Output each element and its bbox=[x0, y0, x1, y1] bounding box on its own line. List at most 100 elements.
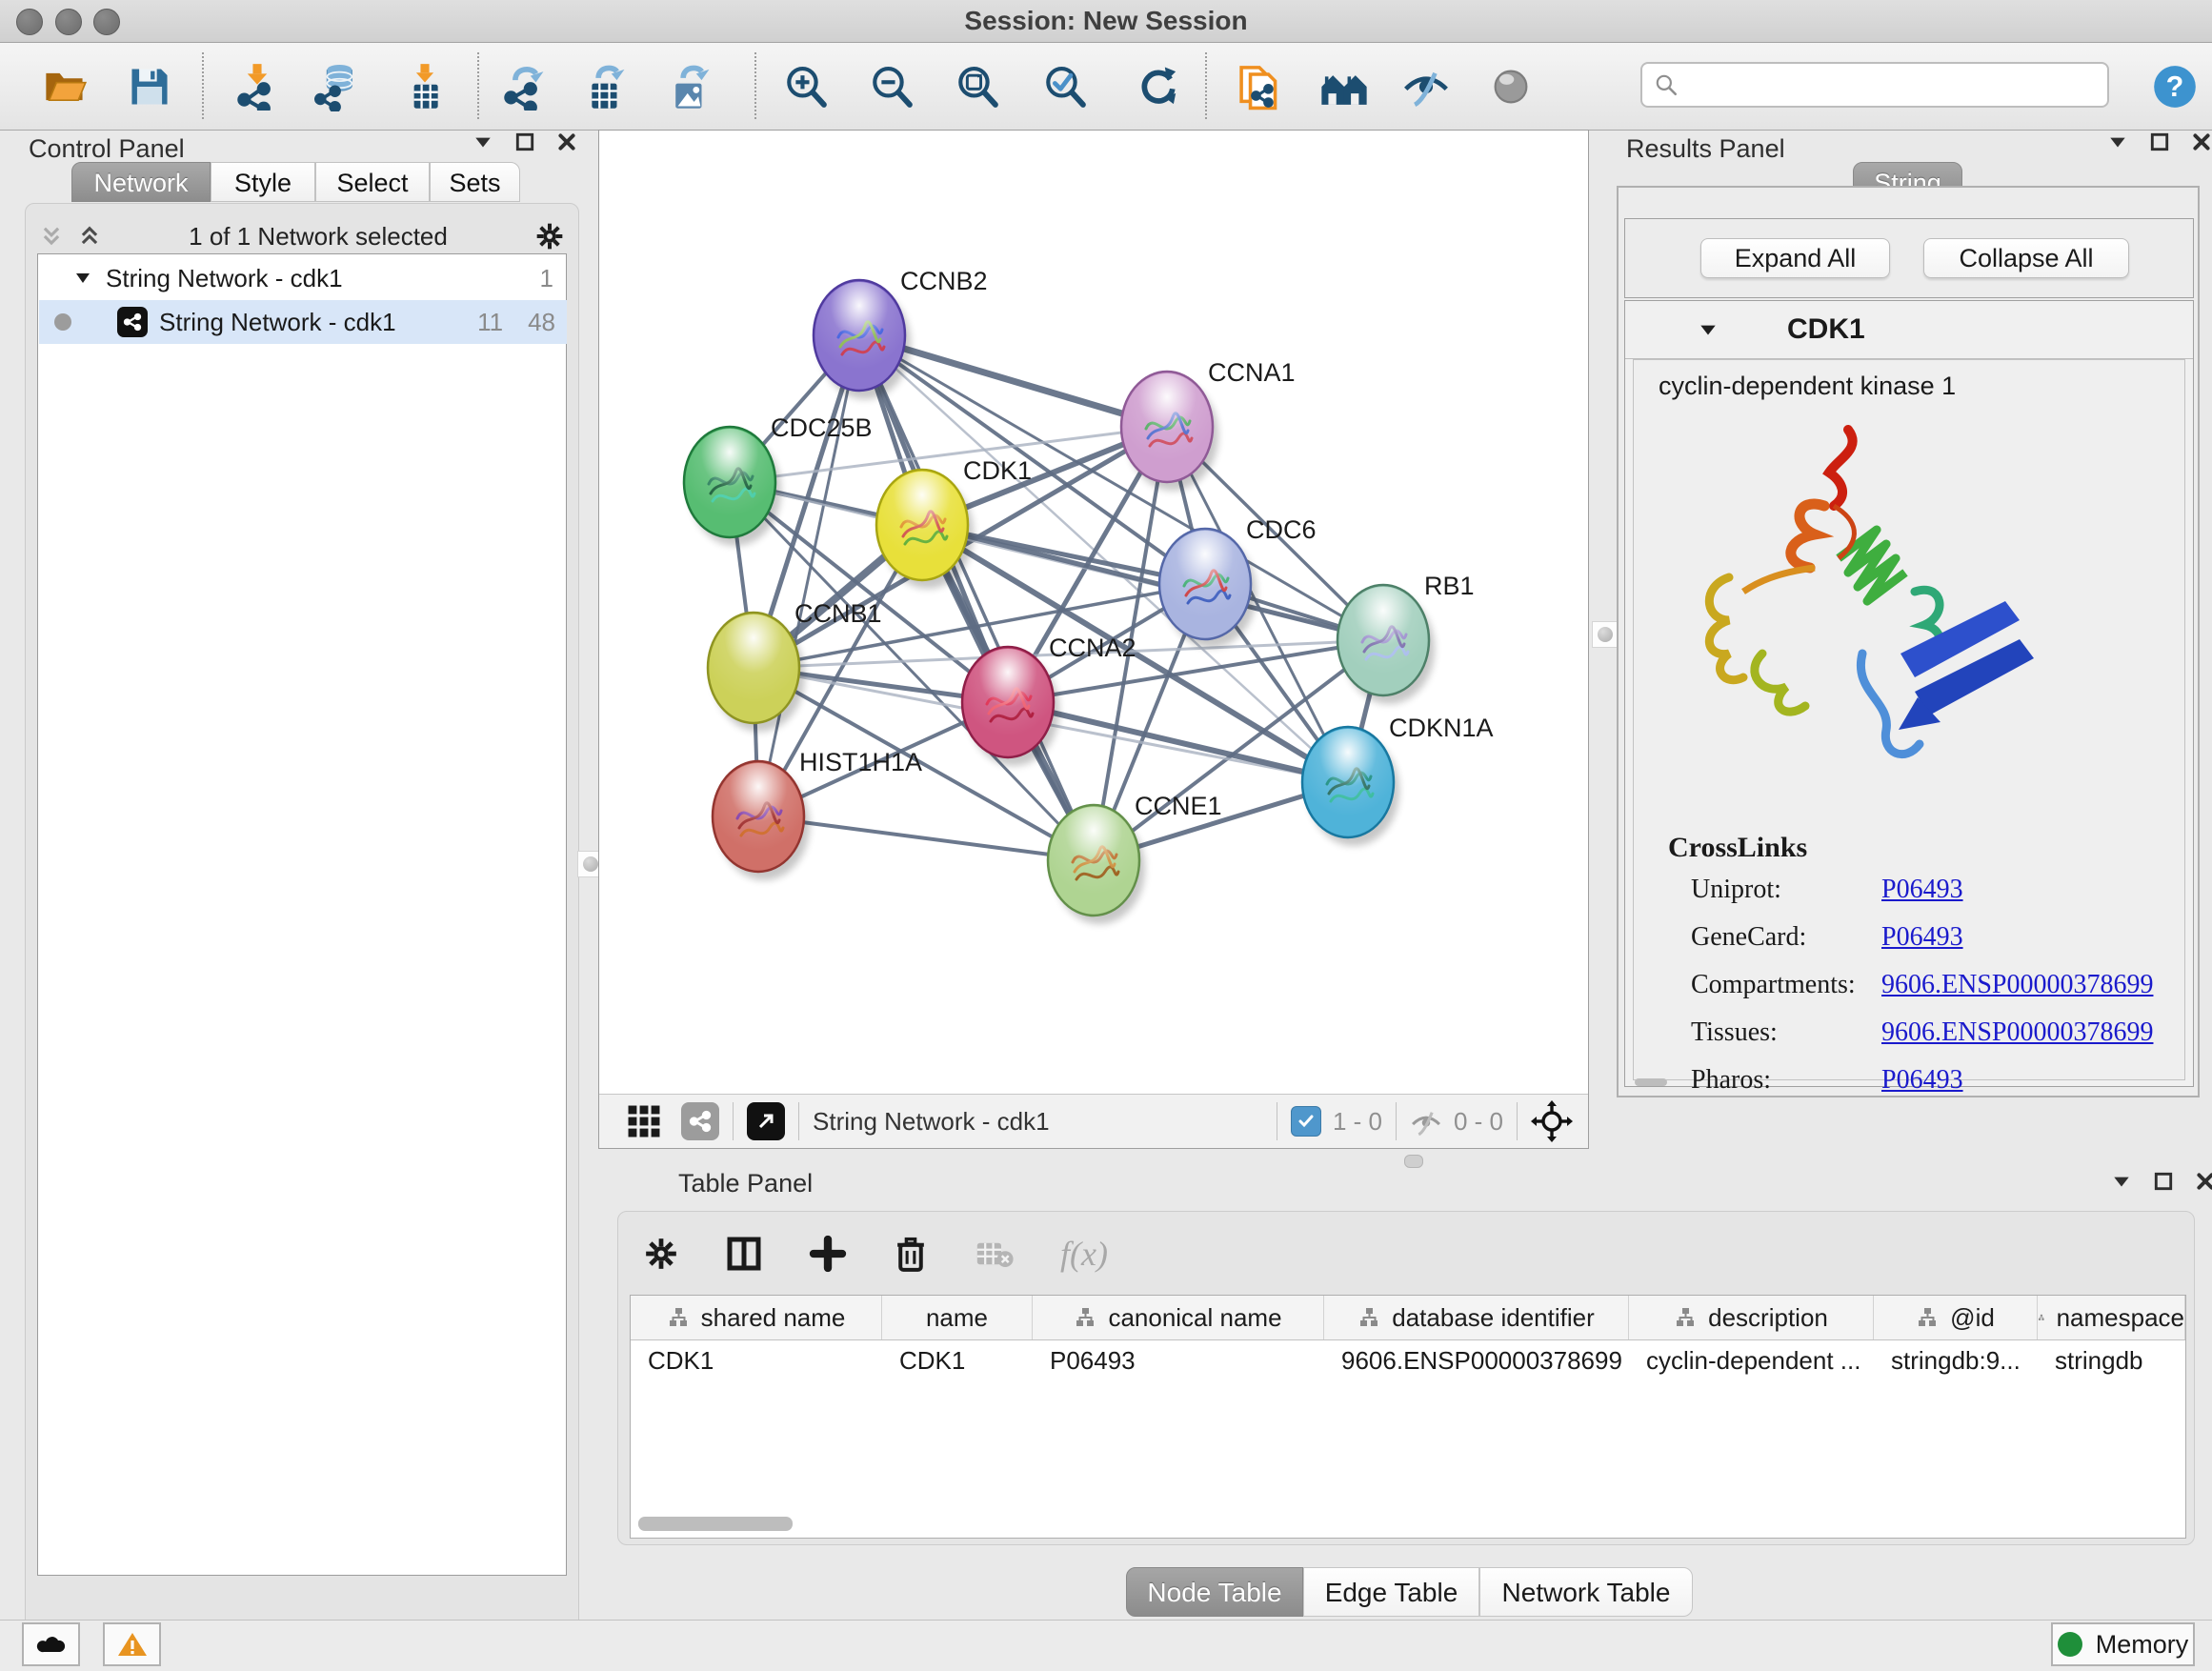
collection-expander-icon[interactable] bbox=[73, 269, 92, 288]
tab-network[interactable]: Network bbox=[71, 162, 211, 202]
graph-node-RB1[interactable]: RB1 bbox=[1337, 572, 1475, 704]
crosslink-link[interactable]: P06493 bbox=[1881, 922, 1963, 953]
close-panel-icon[interactable] bbox=[2195, 1171, 2212, 1192]
tab-node-table[interactable]: Node Table bbox=[1126, 1567, 1303, 1617]
delete-column-trash-icon[interactable] bbox=[893, 1235, 929, 1273]
expand-all-icon[interactable] bbox=[77, 224, 102, 249]
import-network-button[interactable] bbox=[232, 62, 282, 111]
tab-edge-table[interactable]: Edge Table bbox=[1303, 1567, 1479, 1617]
tab-select[interactable]: Select bbox=[315, 162, 430, 202]
graph-edge[interactable] bbox=[758, 335, 859, 816]
graph-node-CCNA2[interactable]: CCNA2 bbox=[962, 634, 1136, 766]
float-panel-icon[interactable] bbox=[2149, 131, 2170, 152]
column-header--id[interactable]: @id bbox=[1874, 1296, 2038, 1339]
crosslink-link[interactable]: P06493 bbox=[1881, 875, 1963, 905]
save-session-button[interactable] bbox=[125, 62, 174, 111]
float-panel-icon[interactable] bbox=[514, 131, 535, 152]
protein-header-row[interactable]: CDK1 bbox=[1625, 301, 2193, 359]
graph-node-CCNE1[interactable]: CCNE1 bbox=[1048, 792, 1222, 924]
cloud-status-button[interactable] bbox=[22, 1622, 80, 1666]
graph-node-CDC25B[interactable]: CDC25B bbox=[684, 413, 873, 546]
network-share-icon[interactable] bbox=[681, 1102, 719, 1140]
graph-node-CCNB1[interactable]: CCNB1 bbox=[708, 599, 882, 732]
float-panel-icon[interactable] bbox=[2153, 1171, 2174, 1192]
string-import-button[interactable] bbox=[1235, 62, 1284, 111]
cloud-icon bbox=[35, 1632, 68, 1657]
graph-node-CCNB2[interactable]: CCNB2 bbox=[814, 267, 988, 399]
expand-all-button[interactable]: Expand All bbox=[1700, 238, 1890, 278]
export-table-button[interactable] bbox=[580, 62, 630, 111]
graph-node-CDC6[interactable]: CDC6 bbox=[1159, 515, 1317, 648]
homes-button[interactable] bbox=[1319, 62, 1369, 111]
warning-status-button[interactable] bbox=[103, 1622, 161, 1666]
search-field[interactable] bbox=[1640, 62, 2109, 108]
column-header-namespace[interactable]: namespace bbox=[2038, 1296, 2185, 1339]
close-panel-icon[interactable] bbox=[556, 131, 577, 152]
hide-unhide-button[interactable] bbox=[1401, 62, 1451, 111]
column-header-shared-name[interactable]: shared name bbox=[631, 1296, 882, 1339]
table-gear-icon[interactable] bbox=[643, 1236, 679, 1272]
zoom-in-button[interactable] bbox=[781, 62, 831, 111]
graph-node-CCNA1[interactable]: CCNA1 bbox=[1121, 358, 1296, 491]
refresh-view-button[interactable] bbox=[1134, 62, 1183, 111]
table-cell[interactable]: cyclin-dependent ... bbox=[1629, 1339, 1874, 1381]
crosslink-link[interactable]: 9606.ENSP00000378699 bbox=[1881, 970, 2153, 1000]
fit-selected-crosshair-icon[interactable] bbox=[1531, 1100, 1573, 1142]
help-button[interactable]: ? bbox=[2150, 62, 2200, 111]
tab-sets[interactable]: Sets bbox=[430, 162, 520, 202]
graph-node-label: CCNA2 bbox=[1049, 634, 1136, 662]
memory-button[interactable]: Memory bbox=[2051, 1622, 2195, 1666]
graph-node-HIST1H1A[interactable]: HIST1H1A bbox=[713, 748, 922, 880]
network-collection-row[interactable]: String Network - cdk1 1 bbox=[39, 256, 567, 300]
column-header-canonical-name[interactable]: canonical name bbox=[1033, 1296, 1324, 1339]
column-header-database-identifier[interactable]: database identifier bbox=[1324, 1296, 1629, 1339]
zoom-selected-button[interactable] bbox=[1040, 62, 1090, 111]
tab-style[interactable]: Style bbox=[211, 162, 315, 202]
search-input[interactable] bbox=[1679, 70, 2082, 99]
import-table-button[interactable] bbox=[400, 62, 450, 111]
graph-edge[interactable] bbox=[859, 335, 1094, 860]
tab-network-table[interactable]: Network Table bbox=[1479, 1567, 1693, 1617]
zoom-out-button[interactable] bbox=[867, 62, 916, 111]
function-builder-icon: f(x) bbox=[1060, 1234, 1108, 1274]
collapse-all-icon[interactable] bbox=[39, 224, 64, 249]
table-cell[interactable]: CDK1 bbox=[631, 1339, 882, 1381]
crosslink-link[interactable]: 9606.ENSP00000378699 bbox=[1881, 1017, 2153, 1048]
collapse-all-button[interactable]: Collapse All bbox=[1923, 238, 2129, 278]
glass-ball-button[interactable] bbox=[1486, 62, 1536, 111]
float-menu-icon[interactable] bbox=[2107, 131, 2128, 152]
zoom-fit-button[interactable] bbox=[953, 62, 1002, 111]
toolbar-separator bbox=[733, 1102, 734, 1140]
results-hscrollbar[interactable] bbox=[1635, 1078, 1667, 1086]
crosslink-link[interactable]: P06493 bbox=[1881, 1065, 1963, 1096]
grid-view-icon[interactable] bbox=[626, 1103, 662, 1139]
table-cell[interactable]: stringdb bbox=[2038, 1339, 2185, 1381]
add-column-icon[interactable] bbox=[809, 1235, 847, 1273]
import-network-from-database-button[interactable] bbox=[312, 62, 362, 111]
table-cell[interactable]: P06493 bbox=[1033, 1339, 1324, 1381]
float-menu-icon[interactable] bbox=[473, 131, 493, 152]
graph-node-CDK1[interactable]: CDK1 bbox=[876, 456, 1032, 589]
column-header-description[interactable]: description bbox=[1629, 1296, 1874, 1339]
selected-checkbox-icon[interactable] bbox=[1291, 1106, 1321, 1137]
float-menu-icon[interactable] bbox=[2111, 1171, 2132, 1192]
table-hscrollbar[interactable] bbox=[638, 1517, 793, 1531]
show-columns-icon[interactable] bbox=[725, 1235, 763, 1273]
protein-expander-icon[interactable] bbox=[1698, 319, 1719, 340]
table-cell[interactable]: stringdb:9... bbox=[1874, 1339, 2038, 1381]
export-image-button[interactable] bbox=[665, 62, 714, 111]
table-row[interactable]: CDK1CDK1P064939606.ENSP00000378699cyclin… bbox=[631, 1339, 2185, 1381]
graph-node-CDKN1A[interactable]: CDKN1A bbox=[1302, 714, 1494, 846]
detach-view-icon[interactable] bbox=[747, 1102, 785, 1140]
svg-text:?: ? bbox=[2166, 70, 2184, 103]
table-cell[interactable]: CDK1 bbox=[882, 1339, 1033, 1381]
open-session-button[interactable] bbox=[40, 62, 90, 111]
network-row-selected[interactable]: String Network - cdk1 11 48 bbox=[39, 300, 567, 344]
export-network-button[interactable] bbox=[499, 62, 549, 111]
network-options-gear-icon[interactable] bbox=[534, 221, 565, 252]
close-panel-icon[interactable] bbox=[2191, 131, 2212, 152]
column-header-name[interactable]: name bbox=[882, 1296, 1033, 1339]
help-icon: ? bbox=[2152, 64, 2198, 110]
table-cell[interactable]: 9606.ENSP00000378699 bbox=[1324, 1339, 1629, 1381]
network-graph[interactable]: CCNB2 CCNA1 CDC25BCDK1 CDC6RB1 CCNB1 CCNA2 CDK… bbox=[599, 131, 1588, 1095]
